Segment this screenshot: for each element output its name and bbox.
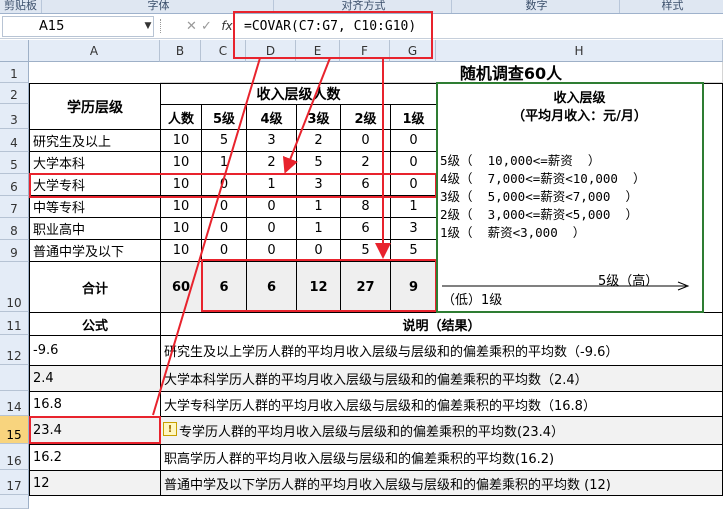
annotation-arrows: [152, 57, 391, 416]
arrow-formula-to-result: [152, 57, 261, 416]
arrow-formula-to-row7: [282, 57, 331, 174]
